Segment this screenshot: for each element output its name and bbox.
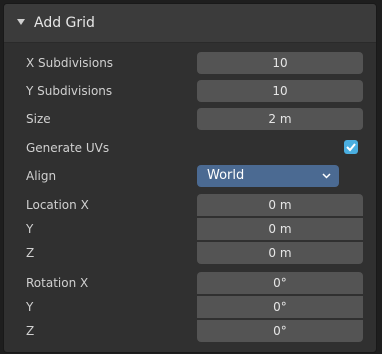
location-x-field[interactable]: 0 m xyxy=(197,194,363,216)
location-x-row: Location X 0 m xyxy=(4,192,376,218)
x-subdivisions-field[interactable]: 10 xyxy=(197,52,363,74)
location-y-label: Y xyxy=(26,222,34,236)
align-dropdown-value: World xyxy=(207,168,245,183)
location-x-label: Location X xyxy=(26,198,89,212)
checkmark-icon xyxy=(346,143,356,152)
y-subdivisions-field[interactable]: 10 xyxy=(197,80,363,102)
x-subdivisions-row: X Subdivisions 10 xyxy=(4,50,376,76)
align-label: Align xyxy=(26,169,57,183)
triangle-down-icon[interactable] xyxy=(16,17,26,27)
size-label: Size xyxy=(26,112,51,126)
chevron-down-icon xyxy=(322,173,331,179)
rotation-z-field[interactable]: 0° xyxy=(197,320,363,342)
x-subdivisions-label: X Subdivisions xyxy=(26,56,114,70)
size-field[interactable]: 2 m xyxy=(197,108,363,130)
location-z-field[interactable]: 0 m xyxy=(197,242,363,264)
location-y-row: Y 0 m xyxy=(4,216,376,242)
align-dropdown[interactable]: World xyxy=(197,165,339,187)
add-grid-panel: Add Grid X Subdivisions 10 Y Subdivision… xyxy=(3,3,377,353)
rotation-y-field[interactable]: 0° xyxy=(197,296,363,318)
generate-uvs-checkbox[interactable] xyxy=(344,140,358,154)
rotation-x-row: Rotation X 0° xyxy=(4,270,376,296)
generate-uvs-row: Generate UVs xyxy=(4,135,376,161)
size-row: Size 2 m xyxy=(4,106,376,132)
rotation-x-label: Rotation X xyxy=(26,276,89,290)
align-row: Align World xyxy=(4,163,376,189)
rotation-z-label: Z xyxy=(26,324,35,338)
generate-uvs-label: Generate UVs xyxy=(26,141,110,155)
panel-title: Add Grid xyxy=(34,15,95,31)
location-z-label: Z xyxy=(26,246,35,260)
panel-header[interactable]: Add Grid xyxy=(4,4,376,43)
rotation-y-row: Y 0° xyxy=(4,294,376,320)
rotation-y-label: Y xyxy=(26,300,34,314)
y-subdivisions-label: Y Subdivisions xyxy=(26,84,113,98)
y-subdivisions-row: Y Subdivisions 10 xyxy=(4,78,376,104)
rotation-x-field[interactable]: 0° xyxy=(197,272,363,294)
location-z-row: Z 0 m xyxy=(4,240,376,266)
rotation-z-row: Z 0° xyxy=(4,318,376,344)
location-y-field[interactable]: 0 m xyxy=(197,218,363,240)
